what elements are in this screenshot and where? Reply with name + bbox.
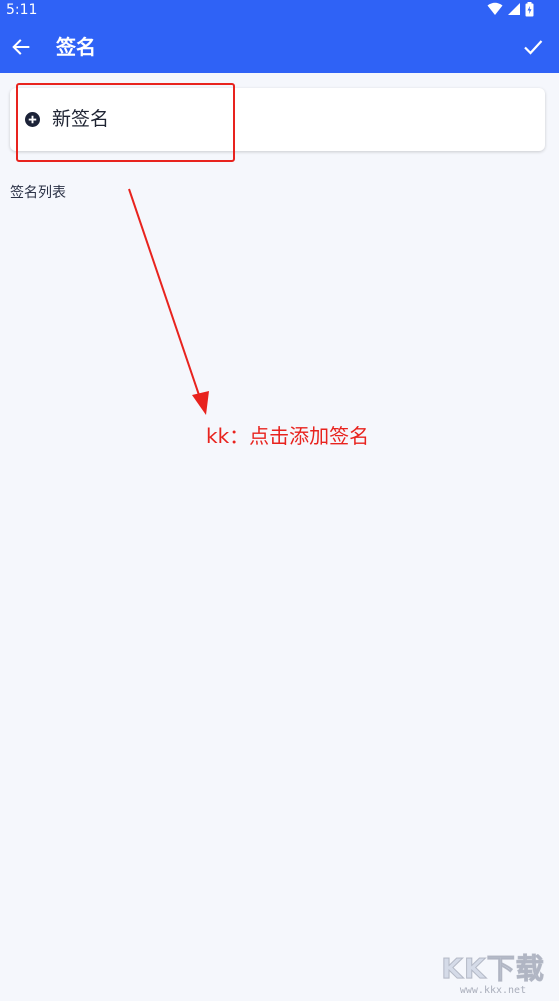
annotation-arrow <box>128 188 209 415</box>
wifi-icon <box>487 2 503 15</box>
app-bar: 签名 <box>0 22 559 73</box>
annotation-text: kk：点击添加签名 <box>206 424 370 448</box>
signature-list-title: 签名列表 <box>10 185 66 201</box>
battery-icon <box>525 2 534 17</box>
status-time: 5:11 <box>6 2 38 18</box>
watermark-logo: KK下载 <box>441 952 545 985</box>
watermark-url: www.kkx.net <box>459 985 527 996</box>
watermark: KK下载 www.kkx.net <box>431 952 555 997</box>
status-bar: 5:11 <box>0 0 559 22</box>
signal-icon <box>508 3 520 15</box>
check-icon[interactable] <box>521 35 545 59</box>
arrow-left-icon[interactable] <box>10 36 32 58</box>
page-title: 签名 <box>56 35 96 59</box>
annotation-highlight-box <box>16 83 235 162</box>
